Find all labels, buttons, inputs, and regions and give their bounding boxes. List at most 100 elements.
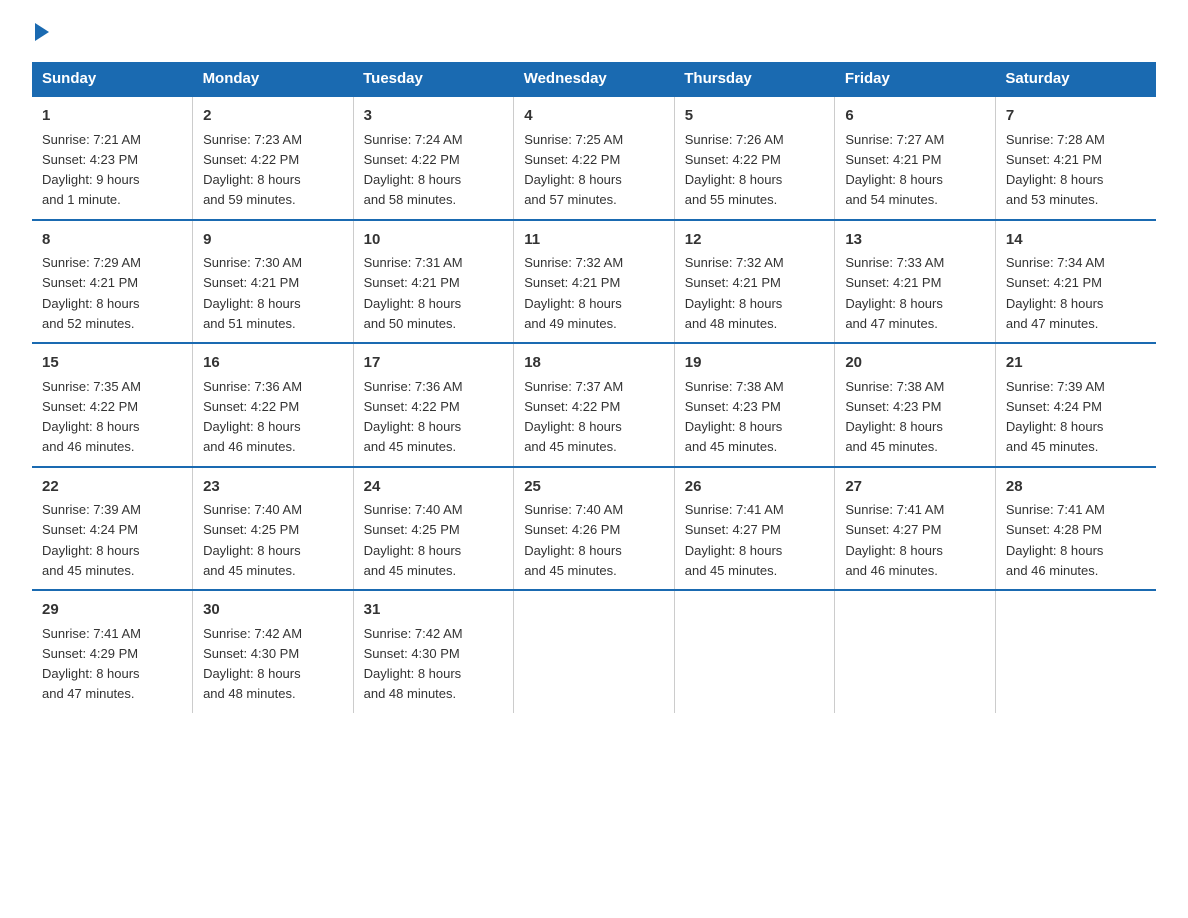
calendar-week-1: 1 Sunrise: 7:21 AM Sunset: 4:23 PM Dayli…	[32, 96, 1156, 220]
calendar-day-19: 19 Sunrise: 7:38 AM Sunset: 4:23 PM Dayl…	[674, 343, 835, 467]
sunrise-info: Sunrise: 7:29 AM	[42, 255, 141, 270]
calendar-week-3: 15 Sunrise: 7:35 AM Sunset: 4:22 PM Dayl…	[32, 343, 1156, 467]
day-number: 29	[42, 599, 182, 622]
calendar-day-10: 10 Sunrise: 7:31 AM Sunset: 4:21 PM Dayl…	[353, 220, 514, 344]
daylight-info2: and 50 minutes.	[364, 316, 457, 331]
calendar-day-empty	[835, 590, 996, 713]
sunrise-info: Sunrise: 7:37 AM	[524, 379, 623, 394]
calendar-day-empty	[514, 590, 675, 713]
day-number: 5	[685, 105, 825, 128]
weekday-header-tuesday: Tuesday	[353, 62, 514, 96]
sunrise-info: Sunrise: 7:41 AM	[685, 502, 784, 517]
day-number: 1	[42, 105, 182, 128]
day-number: 27	[845, 476, 985, 499]
sunrise-info: Sunrise: 7:39 AM	[1006, 379, 1105, 394]
sunset-info: Sunset: 4:25 PM	[364, 522, 460, 537]
day-number: 25	[524, 476, 664, 499]
daylight-info2: and 58 minutes.	[364, 192, 457, 207]
logo-arrow-icon	[35, 23, 49, 41]
sunset-info: Sunset: 4:23 PM	[685, 399, 781, 414]
page-header	[32, 24, 1156, 42]
daylight-info2: and 49 minutes.	[524, 316, 617, 331]
sunrise-info: Sunrise: 7:23 AM	[203, 132, 302, 147]
daylight-info: Daylight: 8 hours	[1006, 296, 1104, 311]
daylight-info2: and 46 minutes.	[42, 439, 135, 454]
sunset-info: Sunset: 4:21 PM	[42, 275, 138, 290]
sunset-info: Sunset: 4:22 PM	[203, 152, 299, 167]
sunrise-info: Sunrise: 7:41 AM	[1006, 502, 1105, 517]
daylight-info2: and 54 minutes.	[845, 192, 938, 207]
sunrise-info: Sunrise: 7:28 AM	[1006, 132, 1105, 147]
day-number: 15	[42, 352, 182, 375]
calendar-day-9: 9 Sunrise: 7:30 AM Sunset: 4:21 PM Dayli…	[193, 220, 354, 344]
sunset-info: Sunset: 4:21 PM	[1006, 275, 1102, 290]
daylight-info2: and 45 minutes.	[364, 563, 457, 578]
daylight-info: Daylight: 8 hours	[845, 543, 943, 558]
daylight-info2: and 45 minutes.	[524, 563, 617, 578]
day-number: 28	[1006, 476, 1146, 499]
daylight-info2: and 45 minutes.	[845, 439, 938, 454]
sunset-info: Sunset: 4:27 PM	[685, 522, 781, 537]
calendar-day-28: 28 Sunrise: 7:41 AM Sunset: 4:28 PM Dayl…	[995, 467, 1156, 591]
day-number: 2	[203, 105, 343, 128]
sunset-info: Sunset: 4:23 PM	[42, 152, 138, 167]
daylight-info: Daylight: 8 hours	[685, 419, 783, 434]
calendar-day-22: 22 Sunrise: 7:39 AM Sunset: 4:24 PM Dayl…	[32, 467, 193, 591]
calendar-day-11: 11 Sunrise: 7:32 AM Sunset: 4:21 PM Dayl…	[514, 220, 675, 344]
daylight-info: Daylight: 8 hours	[364, 172, 462, 187]
weekday-header-wednesday: Wednesday	[514, 62, 675, 96]
daylight-info2: and 47 minutes.	[845, 316, 938, 331]
day-number: 12	[685, 229, 825, 252]
calendar-day-15: 15 Sunrise: 7:35 AM Sunset: 4:22 PM Dayl…	[32, 343, 193, 467]
daylight-info: Daylight: 8 hours	[364, 543, 462, 558]
sunset-info: Sunset: 4:22 PM	[524, 399, 620, 414]
daylight-info2: and 51 minutes.	[203, 316, 296, 331]
sunset-info: Sunset: 4:22 PM	[364, 399, 460, 414]
daylight-info: Daylight: 8 hours	[203, 543, 301, 558]
day-number: 19	[685, 352, 825, 375]
sunset-info: Sunset: 4:24 PM	[1006, 399, 1102, 414]
sunrise-info: Sunrise: 7:32 AM	[685, 255, 784, 270]
sunrise-info: Sunrise: 7:41 AM	[845, 502, 944, 517]
sunrise-info: Sunrise: 7:41 AM	[42, 626, 141, 641]
sunset-info: Sunset: 4:21 PM	[524, 275, 620, 290]
calendar-day-1: 1 Sunrise: 7:21 AM Sunset: 4:23 PM Dayli…	[32, 96, 193, 220]
calendar-day-empty	[674, 590, 835, 713]
sunset-info: Sunset: 4:25 PM	[203, 522, 299, 537]
calendar-table: SundayMondayTuesdayWednesdayThursdayFrid…	[32, 62, 1156, 713]
calendar-week-4: 22 Sunrise: 7:39 AM Sunset: 4:24 PM Dayl…	[32, 467, 1156, 591]
daylight-info2: and 45 minutes.	[42, 563, 135, 578]
calendar-week-2: 8 Sunrise: 7:29 AM Sunset: 4:21 PM Dayli…	[32, 220, 1156, 344]
daylight-info: Daylight: 8 hours	[845, 419, 943, 434]
sunrise-info: Sunrise: 7:34 AM	[1006, 255, 1105, 270]
daylight-info2: and 45 minutes.	[1006, 439, 1099, 454]
calendar-day-12: 12 Sunrise: 7:32 AM Sunset: 4:21 PM Dayl…	[674, 220, 835, 344]
day-number: 22	[42, 476, 182, 499]
day-number: 17	[364, 352, 504, 375]
weekday-header-sunday: Sunday	[32, 62, 193, 96]
daylight-info: Daylight: 8 hours	[364, 296, 462, 311]
day-number: 13	[845, 229, 985, 252]
calendar-day-27: 27 Sunrise: 7:41 AM Sunset: 4:27 PM Dayl…	[835, 467, 996, 591]
sunset-info: Sunset: 4:21 PM	[845, 152, 941, 167]
calendar-day-3: 3 Sunrise: 7:24 AM Sunset: 4:22 PM Dayli…	[353, 96, 514, 220]
daylight-info: Daylight: 8 hours	[364, 666, 462, 681]
sunset-info: Sunset: 4:22 PM	[685, 152, 781, 167]
daylight-info2: and 46 minutes.	[1006, 563, 1099, 578]
sunset-info: Sunset: 4:24 PM	[42, 522, 138, 537]
calendar-day-8: 8 Sunrise: 7:29 AM Sunset: 4:21 PM Dayli…	[32, 220, 193, 344]
sunrise-info: Sunrise: 7:24 AM	[364, 132, 463, 147]
daylight-info2: and 57 minutes.	[524, 192, 617, 207]
daylight-info: Daylight: 8 hours	[42, 296, 140, 311]
daylight-info: Daylight: 8 hours	[845, 172, 943, 187]
calendar-day-24: 24 Sunrise: 7:40 AM Sunset: 4:25 PM Dayl…	[353, 467, 514, 591]
day-number: 11	[524, 229, 664, 252]
daylight-info2: and 53 minutes.	[1006, 192, 1099, 207]
sunset-info: Sunset: 4:22 PM	[42, 399, 138, 414]
calendar-day-2: 2 Sunrise: 7:23 AM Sunset: 4:22 PM Dayli…	[193, 96, 354, 220]
daylight-info: Daylight: 8 hours	[524, 296, 622, 311]
sunset-info: Sunset: 4:29 PM	[42, 646, 138, 661]
sunset-info: Sunset: 4:21 PM	[364, 275, 460, 290]
daylight-info2: and 45 minutes.	[364, 439, 457, 454]
sunset-info: Sunset: 4:22 PM	[524, 152, 620, 167]
